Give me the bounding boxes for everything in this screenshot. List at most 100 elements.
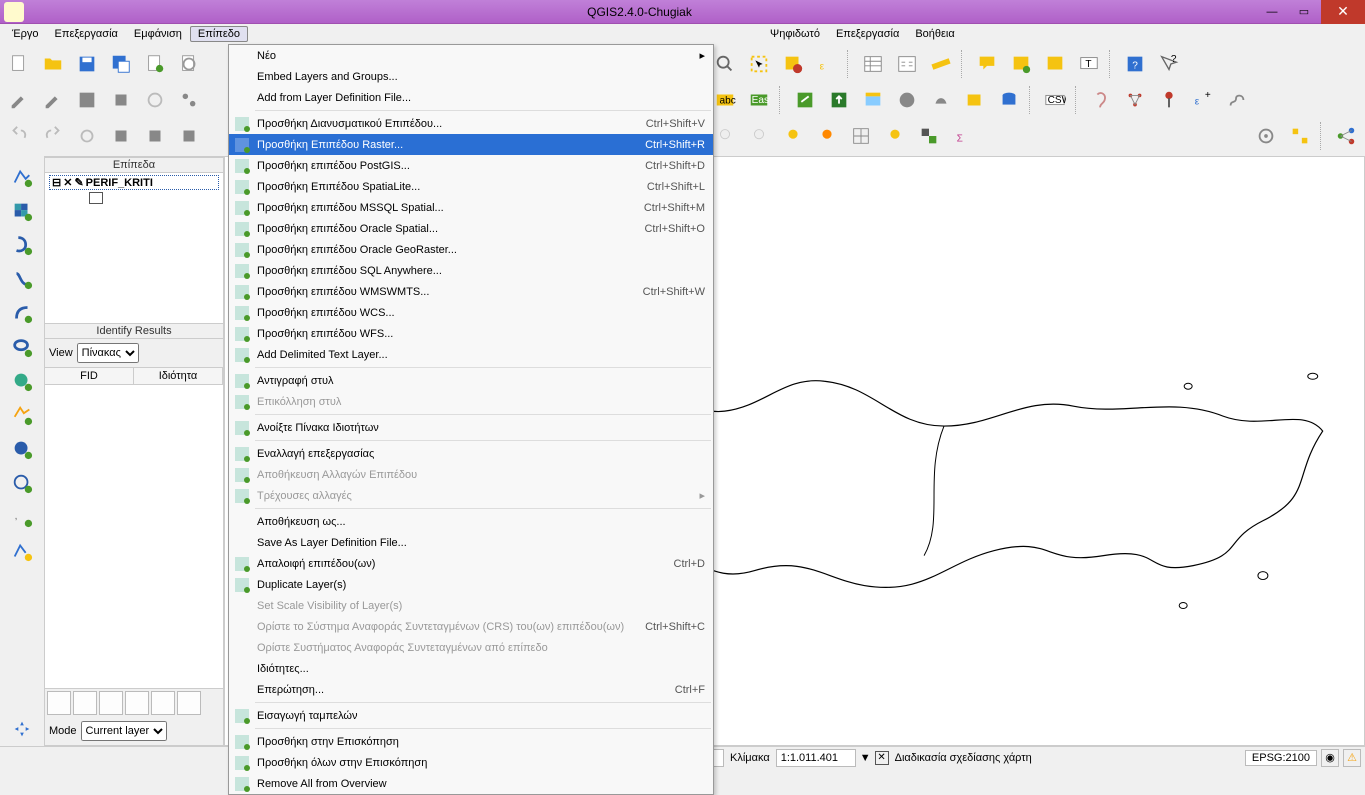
window-minimize-button[interactable]: —: [1257, 2, 1287, 22]
identify-btn-4[interactable]: [125, 691, 149, 715]
add-feature-button[interactable]: [105, 84, 137, 116]
save-as-button[interactable]: [105, 48, 137, 80]
whatsthis-button[interactable]: ?: [1153, 48, 1185, 80]
menu-raster[interactable]: Ψηφιδωτό: [762, 26, 828, 42]
node-plugin-button[interactable]: [1119, 84, 1151, 116]
identify-btn-2[interactable]: [73, 691, 97, 715]
identify-column-fid[interactable]: FID: [45, 368, 134, 384]
simplify-button[interactable]: [71, 120, 103, 152]
menu-help[interactable]: Βοήθεια: [907, 26, 962, 42]
identify-mode-select[interactable]: Current layer: [81, 721, 167, 741]
add-part-button[interactable]: [139, 120, 171, 152]
add-raster-layer-button[interactable]: [6, 195, 38, 227]
menu-item-vector[interactable]: Προσθήκη Διανυσματικού Επιπέδου...Ctrl+S…: [229, 113, 713, 134]
menu-item-wfs[interactable]: Προσθήκη επιπέδου WFS...: [229, 323, 713, 344]
plugin-button-4[interactable]: [891, 84, 923, 116]
identify-column-attr[interactable]: Ιδιότητα: [134, 368, 223, 384]
bulb2-icon[interactable]: [743, 120, 775, 152]
plugin-button-5[interactable]: [925, 84, 957, 116]
plugin-button-2[interactable]: [823, 84, 855, 116]
layer-visible-checkbox[interactable]: ✕: [63, 176, 72, 189]
sigma-button[interactable]: Σ: [947, 120, 979, 152]
new-project-button[interactable]: [3, 48, 35, 80]
menu-item-spatialite[interactable]: Προσθήκη Επιπέδου SpatiaLite...Ctrl+Shif…: [229, 176, 713, 197]
undo-button[interactable]: [3, 120, 35, 152]
menu-item-duplicate[interactable]: Duplicate Layer(s): [229, 574, 713, 595]
layers-panel[interactable]: ⊟ ✕ ✎ PERIF_KRITI: [45, 173, 223, 323]
menu-item-copy-style[interactable]: Αντιγραφή στυλ: [229, 370, 713, 391]
render-checkbox[interactable]: ✕: [875, 751, 889, 765]
attribute-table-button[interactable]: [857, 48, 889, 80]
expression-select-button[interactable]: ε: [811, 48, 843, 80]
delete-ring-button[interactable]: [173, 120, 205, 152]
add-wfs-layer-button[interactable]: [6, 467, 38, 499]
new-print-composer-button[interactable]: [139, 48, 171, 80]
easy-button[interactable]: Easy: [743, 84, 775, 116]
graph-button[interactable]: [1284, 120, 1316, 152]
pan-button[interactable]: [6, 713, 38, 745]
menu-item-raster[interactable]: Προσθήκη Επιπέδου Raster...Ctrl+Shift+R: [229, 134, 713, 155]
save-project-button[interactable]: [71, 48, 103, 80]
nodes-icon[interactable]: [1330, 120, 1362, 152]
menu-layer[interactable]: Επίπεδο: [190, 26, 248, 42]
route-button[interactable]: [1221, 84, 1253, 116]
bulb3-icon[interactable]: [777, 120, 809, 152]
menu-item-overview-all[interactable]: Προσθήκη όλων στην Επισκόπηση: [229, 752, 713, 773]
plugin-button-1[interactable]: [789, 84, 821, 116]
menu-item-remove[interactable]: Απαλοιφή επιπέδου(ων)Ctrl+D: [229, 553, 713, 574]
menu-item-2[interactable]: Add from Layer Definition File...: [229, 87, 713, 108]
add-delimited-text-button[interactable]: ,: [6, 501, 38, 533]
csw-button[interactable]: CSW: [1039, 84, 1071, 116]
add-ring-button[interactable]: [105, 120, 137, 152]
menu-item-wms[interactable]: Προσθήκη επιπέδου WMSWMTS...Ctrl+Shift+W: [229, 281, 713, 302]
maptips-button[interactable]: [971, 48, 1003, 80]
scale-input[interactable]: [776, 749, 856, 767]
layer-row[interactable]: ⊟ ✕ ✎ PERIF_KRITI: [49, 175, 219, 190]
move-feature-button[interactable]: [139, 84, 171, 116]
pin-button[interactable]: [1153, 84, 1185, 116]
add-spatialite-layer-button[interactable]: [6, 263, 38, 295]
menu-item-34[interactable]: Επερώτηση...Ctrl+F: [229, 679, 713, 700]
add-wms-layer-button[interactable]: [6, 365, 38, 397]
composer-manager-button[interactable]: [173, 48, 205, 80]
menu-item-overview[interactable]: Προσθήκη στην Επισκόπηση: [229, 731, 713, 752]
menu-item-overview-remove[interactable]: Remove All from Overview: [229, 773, 713, 794]
menu-item-label[interactable]: Εισαγωγή ταμπελών: [229, 705, 713, 726]
scale-lock-icon[interactable]: ▼: [860, 752, 871, 764]
menu-item-postgis[interactable]: Προσθήκη επιπέδου PostGIS...Ctrl+Shift+D: [229, 155, 713, 176]
help-button[interactable]: ?: [1119, 48, 1151, 80]
menu-item-33[interactable]: Ιδιότητες...: [229, 658, 713, 679]
node-tool-button[interactable]: [173, 84, 205, 116]
add-sql-layer-button[interactable]: [6, 399, 38, 431]
menu-item-table[interactable]: Ανοίξτε Πίνακα Ιδιοτήτων: [229, 417, 713, 438]
bulb5-icon[interactable]: [879, 120, 911, 152]
epsilon-plus-button[interactable]: ε+: [1187, 84, 1219, 116]
log-button[interactable]: ⚠: [1343, 749, 1361, 767]
add-postgis-layer-button[interactable]: [6, 229, 38, 261]
grid2-button[interactable]: [913, 120, 945, 152]
menu-item-pencil[interactable]: Εναλλαγή επεξεργασίας: [229, 443, 713, 464]
ear-icon[interactable]: [1085, 84, 1117, 116]
menu-item-27[interactable]: Save As Layer Definition File...: [229, 532, 713, 553]
menu-item-oracler[interactable]: Προσθήκη επιπέδου Oracle GeoRaster...: [229, 239, 713, 260]
new-vector-layer-button[interactable]: [6, 535, 38, 567]
epsg-display[interactable]: EPSG:2100: [1245, 750, 1317, 766]
add-vector-layer-button[interactable]: [6, 161, 38, 193]
window-maximize-button[interactable]: ▭: [1289, 2, 1319, 22]
menu-file[interactable]: Έργο: [4, 26, 47, 42]
bulb4-icon[interactable]: [811, 120, 843, 152]
add-oracle-layer-button[interactable]: [6, 331, 38, 363]
menu-item-0[interactable]: Νέο▸: [229, 45, 713, 66]
tree-collapse-icon[interactable]: ⊟: [52, 176, 61, 189]
menu-view[interactable]: Εμφάνιση: [126, 26, 190, 42]
menu-item-oracle[interactable]: Προσθήκη επιπέδου Oracle Spatial...Ctrl+…: [229, 218, 713, 239]
save-layer-edits-button[interactable]: [71, 84, 103, 116]
add-mssql-layer-button[interactable]: [6, 297, 38, 329]
identify-btn-1[interactable]: [47, 691, 71, 715]
menu-edit[interactable]: Επεξεργασία: [47, 26, 126, 42]
window-close-button[interactable]: ✕: [1321, 0, 1365, 24]
save-edits-button[interactable]: [37, 84, 69, 116]
identify-btn-5[interactable]: [151, 691, 175, 715]
menu-item-csv[interactable]: Add Delimited Text Layer...: [229, 344, 713, 365]
menu-item-1[interactable]: Embed Layers and Groups...: [229, 66, 713, 87]
